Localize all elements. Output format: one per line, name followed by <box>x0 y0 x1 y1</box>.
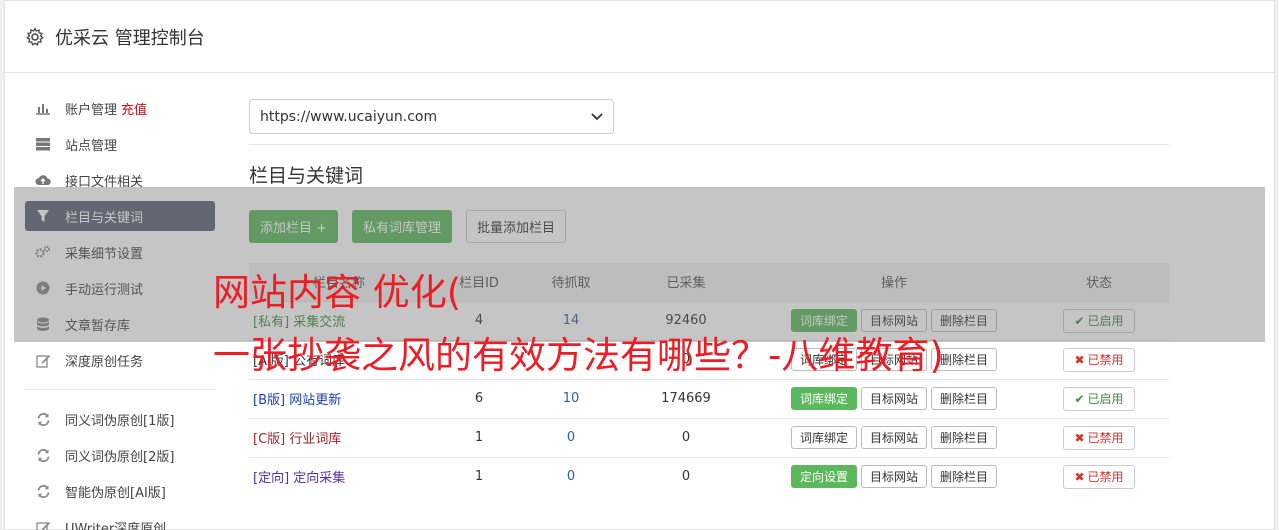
sidebar-item-label: UWriter深度原创 <box>65 521 167 530</box>
column-name[interactable]: [定向] 定向采集 <box>249 456 429 496</box>
top-bar: 优采云 管理控制台 <box>5 1 1274 73</box>
sidebar-item-label: 智能伪原创[AI版] <box>65 485 166 501</box>
close-icon: ✖ <box>1074 352 1085 367</box>
collected-count: 0 <box>613 417 759 457</box>
status-cell: ✖ 已禁用 <box>1029 417 1169 457</box>
table-row: [定向] 定向采集 1 0 0 定向设置 目标网站 删除栏目 ✖ 已禁用 <box>249 456 1169 496</box>
status-toggle[interactable]: ✖ 已禁用 <box>1063 347 1135 372</box>
status-toggle[interactable]: ✔ 已启用 <box>1063 386 1135 411</box>
status-cell: ✔ 已启用 <box>1029 378 1169 418</box>
status-label: 已启用 <box>1087 392 1124 406</box>
refresh-icon <box>35 447 51 463</box>
sidebar-item[interactable]: 深度原创任务 <box>25 345 215 375</box>
row-actions: 定向设置 目标网站 删除栏目 <box>759 456 1029 496</box>
sidebar-item[interactable]: UWriter深度原创 <box>25 512 215 530</box>
status-cell: ✖ 已禁用 <box>1029 456 1169 496</box>
server-icon <box>35 136 51 152</box>
delete-column-button[interactable]: 删除栏目 <box>931 387 998 410</box>
status-toggle[interactable]: ✖ 已禁用 <box>1063 464 1135 489</box>
divider <box>249 144 1169 145</box>
section-title: 栏目与关键词 <box>249 165 364 187</box>
app-title: 优采云 管理控制台 <box>55 27 205 49</box>
table-row: [C版] 行业词库 1 0 0 词库绑定 目标网站 删除栏目 ✖ 已禁用 <box>249 417 1169 457</box>
sidebar-item-label: 深度原创任务 <box>65 354 144 370</box>
target-site-button[interactable]: 目标网站 <box>860 465 927 489</box>
sidebar-item[interactable]: 同义词伪原创[1版] <box>25 404 215 434</box>
sidebar-item[interactable]: 站点管理 <box>25 129 215 159</box>
cloud-upload-icon <box>35 172 51 188</box>
recharge-link[interactable]: 充值 <box>121 99 147 118</box>
gear-icon <box>26 26 44 46</box>
chevron-down-icon <box>591 112 603 120</box>
target-site-button[interactable]: 目标网站 <box>860 387 927 410</box>
delete-column-button[interactable]: 删除栏目 <box>931 426 998 449</box>
sidebar-item[interactable]: 账户管理 充值 <box>25 93 215 123</box>
overlay-headline-1: 网站内容 优化( <box>213 271 462 314</box>
column-name[interactable]: [B版] 网站更新 <box>249 378 429 418</box>
sidebar-item-label: 账户管理 <box>65 102 118 118</box>
edit-icon <box>35 519 51 530</box>
pending-count[interactable]: 0 <box>529 456 613 496</box>
column-id: 1 <box>429 456 529 496</box>
watermark-overlay <box>14 187 1265 342</box>
status-label: 已禁用 <box>1087 431 1124 445</box>
bind-lib-button[interactable]: 词库绑定 <box>790 426 857 449</box>
collected-count: 0 <box>613 456 759 496</box>
row-actions: 词库绑定 目标网站 删除栏目 <box>759 378 1029 418</box>
refresh-icon <box>35 483 51 499</box>
bind-lib-button[interactable]: 词库绑定 <box>790 387 857 410</box>
row-actions: 词库绑定 目标网站 删除栏目 <box>759 417 1029 457</box>
sidebar-divider <box>25 389 215 390</box>
bind-lib-button[interactable]: 定向设置 <box>790 465 857 489</box>
sidebar-item-label: 站点管理 <box>65 138 118 154</box>
edit-icon <box>35 352 51 368</box>
overlay-headline-2: 一张抄袭之风的有效方法有哪些？-八维教育) <box>213 334 944 377</box>
bar-chart-icon <box>35 100 51 116</box>
table-row: [B版] 网站更新 6 10 174669 词库绑定 目标网站 删除栏目 ✔ 已启用 <box>249 378 1169 418</box>
column-id: 6 <box>429 378 529 418</box>
site-select[interactable]: https://www.ucaiyun.com <box>249 99 614 134</box>
collected-count: 174669 <box>613 378 759 418</box>
column-id: 1 <box>429 417 529 457</box>
close-icon: ✖ <box>1074 469 1085 484</box>
target-site-button[interactable]: 目标网站 <box>860 426 927 449</box>
status-toggle[interactable]: ✖ 已禁用 <box>1063 425 1135 450</box>
status-label: 已禁用 <box>1087 470 1124 485</box>
sidebar-item-label: 同义词伪原创[1版] <box>65 413 175 429</box>
close-icon: ✖ <box>1074 430 1085 445</box>
refresh-icon <box>35 411 51 427</box>
status-cell: ✖ 已禁用 <box>1029 339 1169 379</box>
status-label: 已禁用 <box>1087 353 1124 367</box>
pending-count[interactable]: 10 <box>529 378 613 418</box>
pending-count[interactable]: 0 <box>529 417 613 457</box>
delete-column-button[interactable]: 删除栏目 <box>931 465 998 489</box>
sidebar-item-label: 同义词伪原创[2版] <box>65 449 175 465</box>
sidebar-item[interactable]: 同义词伪原创[2版] <box>25 440 215 470</box>
site-select-value: https://www.ucaiyun.com <box>260 108 438 125</box>
sidebar-item[interactable]: 智能伪原创[AI版] <box>25 476 215 506</box>
column-name[interactable]: [C版] 行业词库 <box>249 417 429 457</box>
check-icon: ✔ <box>1074 391 1085 406</box>
